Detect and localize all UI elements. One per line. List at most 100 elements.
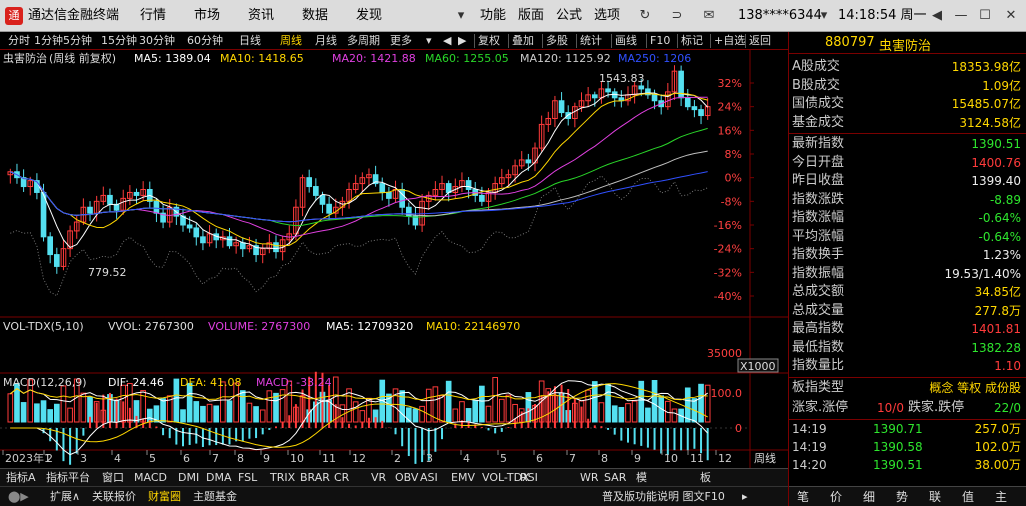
indicator-tab-3[interactable]: MACD <box>134 470 167 485</box>
time-axis-label: 9 <box>263 452 270 465</box>
indicator-tab-8[interactable]: BRAR <box>300 470 330 485</box>
row-value: 1.09亿 <box>982 78 1021 93</box>
menu-gongneng[interactable]: 功能 <box>480 8 506 24</box>
candle-body <box>200 236 206 244</box>
menu-hangqing[interactable]: 行情 <box>140 8 166 24</box>
scroll-right-icon[interactable]: ▶ <box>458 33 466 48</box>
tool-separator <box>611 34 612 48</box>
tool-5[interactable]: F10 <box>650 33 670 48</box>
scroll-left-icon[interactable]: ◀ <box>443 33 451 48</box>
candle-body <box>691 106 698 111</box>
menu-faxian[interactable]: 发现 <box>356 8 382 24</box>
indicator-tab-6[interactable]: FSL <box>238 470 257 485</box>
period-2[interactable]: 5分钟 <box>63 33 92 48</box>
bottom-tab-2[interactable]: 财富圈 <box>148 489 181 504</box>
indicator-tab-15[interactable]: RSI <box>520 470 538 485</box>
quote-tab-2[interactable]: 细 <box>863 489 875 505</box>
period-3[interactable]: 15分钟 <box>101 33 137 48</box>
tool-8[interactable]: 返回 <box>749 33 771 48</box>
link-icon[interactable]: ⊃ <box>668 7 686 25</box>
bottom-tab-0[interactable]: 扩展∧ <box>50 489 80 504</box>
message-icon[interactable]: ✉ <box>700 7 718 25</box>
tool-1[interactable]: 叠加 <box>512 33 534 48</box>
tool-3[interactable]: 统计 <box>580 33 602 48</box>
menu-shichang[interactable]: 市场 <box>194 8 220 24</box>
close-icon[interactable]: ✕ <box>1002 7 1020 25</box>
quote-tab-5[interactable]: 值 <box>962 489 974 505</box>
quote-tab-6[interactable]: 主 <box>995 489 1007 505</box>
menu-xuanxiang[interactable]: 选项 <box>594 8 620 24</box>
period-5[interactable]: 60分钟 <box>187 33 223 48</box>
period-6[interactable]: 日线 <box>239 33 261 48</box>
bottom-right-links[interactable]: 普及版功能说明 图文F10 <box>602 489 725 504</box>
indicator-tab-10[interactable]: VR <box>371 470 386 485</box>
tool-2[interactable]: 多股 <box>546 33 568 48</box>
row-value: 1400.76 <box>971 155 1021 170</box>
quote-title: 880797 虫害防治 <box>789 32 1026 54</box>
period-1[interactable]: 1分钟 <box>34 33 63 48</box>
tick-price: 1390.51 <box>873 457 923 472</box>
time-axis-label: 7 <box>212 452 219 465</box>
quote-tab-1[interactable]: 价 <box>830 489 842 505</box>
tool-separator <box>745 34 746 48</box>
indicator-tab-2[interactable]: 窗口 <box>102 470 124 485</box>
row-value: 1382.28 <box>971 340 1021 355</box>
bottom-tab-1[interactable]: 关联报价 <box>92 489 136 504</box>
menu-banmian[interactable]: 版面 <box>518 8 544 24</box>
more-dropdown-icon[interactable]: ▾ <box>426 33 432 48</box>
indicator-tab-4[interactable]: DMI <box>178 470 199 485</box>
minimize-icon[interactable]: — <box>952 7 970 25</box>
menu-zixun[interactable]: 资讯 <box>248 8 274 24</box>
quote-tab-4[interactable]: 联 <box>929 489 941 505</box>
indicator-tab-9[interactable]: CR <box>334 470 349 485</box>
index-type-value[interactable]: 概念 等权 成份股 <box>929 379 1021 397</box>
account-id[interactable]: 138****6344 <box>738 8 822 24</box>
indicator-tab-13[interactable]: EMV <box>451 470 475 485</box>
volume-bar <box>273 392 279 423</box>
indicator-tab-11[interactable]: OBV <box>395 470 418 485</box>
vol-indicator-name: VOL-TDX(5,10) <box>3 320 84 333</box>
period-0[interactable]: 分时 <box>8 33 30 48</box>
media-control-icon[interactable]: ⬤▶ <box>8 489 29 504</box>
period-9[interactable]: 多周期 <box>347 33 380 48</box>
indicator-tab-12[interactable]: ASI <box>420 470 438 485</box>
indicator-tab-0[interactable]: 指标A <box>6 470 36 485</box>
stat-row: 总成交量 277.8万 <box>789 302 1026 320</box>
maximize-icon[interactable]: ☐ <box>976 7 994 25</box>
account-dropdown-icon[interactable]: ▾ <box>815 7 833 25</box>
indicator-tab-5[interactable]: DMA <box>206 470 232 485</box>
indicator-tab-18[interactable]: 模 <box>636 470 647 485</box>
macd-axis-zero: 0 <box>735 422 742 435</box>
bottom-tab-3[interactable]: 主题基金 <box>193 489 237 504</box>
menu-shuju[interactable]: 数据 <box>302 8 328 24</box>
expand-icon[interactable]: ▸ <box>742 489 748 504</box>
time-axis-label: 4 <box>463 452 470 465</box>
tool-7[interactable]: +自选 <box>714 33 745 48</box>
tool-separator <box>710 34 711 48</box>
row-value: 1.10 <box>994 359 1021 373</box>
indicator-tab-19[interactable]: 板 <box>700 470 711 485</box>
refresh-icon[interactable]: ↻ <box>636 7 654 25</box>
period-8[interactable]: 月线 <box>315 33 337 48</box>
tool-separator <box>474 34 475 48</box>
index-type-row: 板指类型 概念 等权 成份股 <box>789 379 1026 397</box>
quote-tab-3[interactable]: 势 <box>896 489 908 505</box>
tool-6[interactable]: 标记 <box>681 33 703 48</box>
quote-tab-0[interactable]: 笔 <box>797 489 809 505</box>
indicator-tab-17[interactable]: SAR <box>604 470 626 485</box>
menu-gongshi[interactable]: 公式 <box>556 8 582 24</box>
tool-0[interactable]: 复权 <box>478 33 500 48</box>
indicator-tab-1[interactable]: 指标平台 <box>46 470 90 485</box>
indicator-tab-16[interactable]: WR <box>580 470 599 485</box>
kline-chart-area[interactable]: 32% 24% 16% 8% 0% -8% -16% -24% -32% -40% 1543.83 7… <box>0 50 788 468</box>
tool-4[interactable]: 画线 <box>615 33 637 48</box>
time-axis-label: 7 <box>569 452 576 465</box>
period-4[interactable]: 30分钟 <box>139 33 175 48</box>
menu-dropdown-icon[interactable]: ▾ <box>452 7 470 25</box>
period-7[interactable]: 周线 <box>280 33 302 48</box>
prev-icon[interactable]: ◀ <box>928 7 946 25</box>
period-10[interactable]: 更多 <box>390 33 412 48</box>
tick-row: 14:20 1390.51 38.00万 <box>789 456 1026 474</box>
indicator-tab-7[interactable]: TRIX <box>270 470 295 485</box>
ma60-legend: MA60: 1255.05 <box>425 52 509 65</box>
